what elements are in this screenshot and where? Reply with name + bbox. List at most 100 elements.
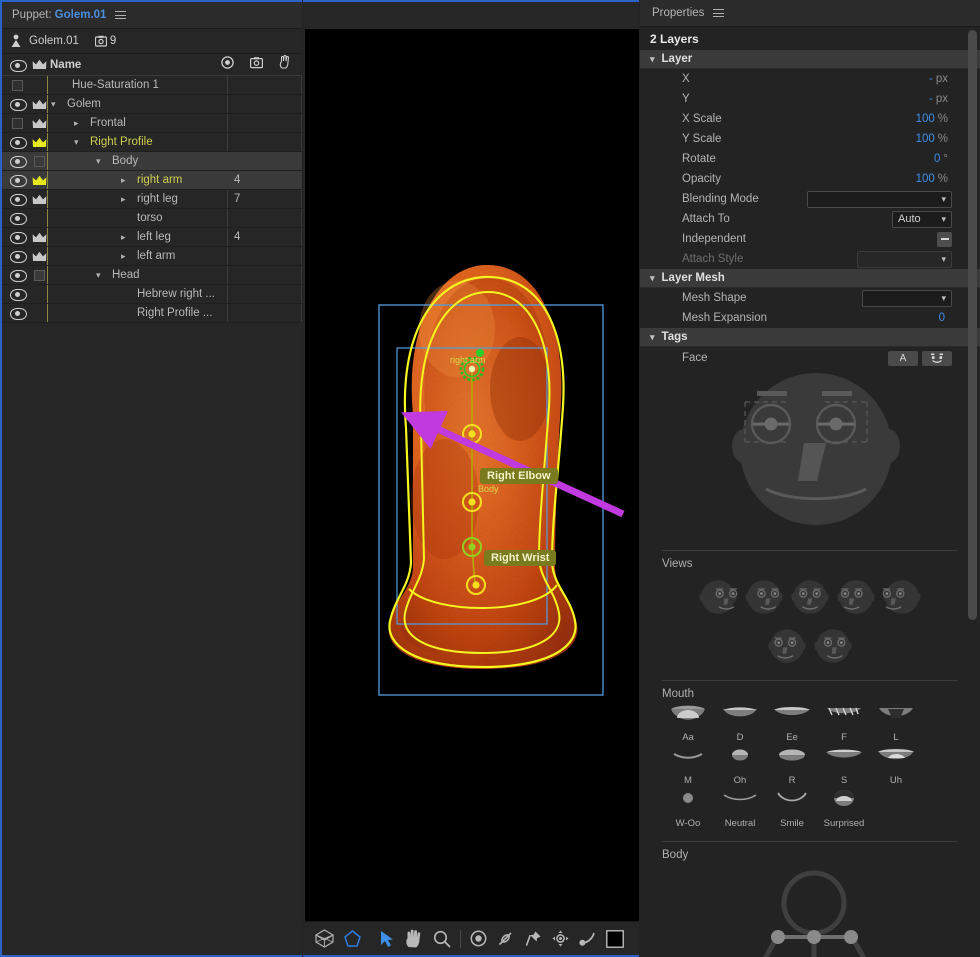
layer-visibility-toggle[interactable] [9, 232, 27, 244]
column-header-name[interactable]: Name [50, 59, 81, 71]
transform-pin-icon[interactable] [492, 924, 519, 954]
pin-label[interactable]: Right Elbow [480, 468, 558, 484]
mouth-item[interactable]: L [870, 704, 922, 743]
layer-disclosure-triangle[interactable]: ▾ [74, 137, 79, 148]
property-value[interactable]: 100% [916, 133, 948, 145]
face-preview[interactable] [640, 369, 980, 544]
layer-rig-toggle[interactable] [31, 99, 47, 110]
layer-name-label[interactable]: torso [137, 212, 163, 224]
layer-row[interactable]: torso [2, 209, 302, 228]
view-thumbnail[interactable] [743, 576, 785, 623]
layer-visibility-toggle[interactable] [9, 194, 27, 206]
tag-button-a[interactable]: A [888, 350, 918, 366]
layer-rig-toggle[interactable] [31, 137, 47, 148]
mouth-item[interactable]: D [714, 704, 766, 743]
layer-name-label[interactable]: right leg [137, 193, 178, 205]
layer-visibility-toggle[interactable] [9, 175, 27, 187]
layer-row[interactable]: ▾ Golem [2, 95, 302, 114]
body-preview[interactable] [640, 861, 980, 957]
canvas-toolbar[interactable] [303, 921, 639, 955]
dangle-pin-icon[interactable] [547, 924, 574, 954]
selection-arrow-icon[interactable] [373, 924, 400, 954]
property-value[interactable]: 0 [939, 312, 948, 324]
magnifier-zoom-icon[interactable] [428, 924, 455, 954]
independent-toggle[interactable] [937, 231, 952, 247]
3d-cube-icon[interactable] [311, 924, 338, 954]
view-thumbnail[interactable] [812, 625, 854, 672]
property-value[interactable]: - px [929, 73, 948, 85]
layer-disclosure-triangle[interactable]: ▸ [121, 175, 126, 186]
mouth-item[interactable]: Ee [766, 704, 818, 743]
layer-name-label[interactable]: Golem [67, 98, 101, 110]
mouth-item[interactable]: Aa [662, 704, 714, 743]
pin-label[interactable]: Body [478, 484, 499, 494]
layer-row[interactable]: ▾ Head [2, 266, 302, 285]
section-layer-mesh[interactable]: ▾ Layer Mesh [640, 269, 980, 288]
layer-disclosure-triangle[interactable]: ▸ [121, 194, 126, 205]
view-thumbnail[interactable] [881, 576, 923, 623]
crown-column-icon[interactable] [31, 59, 47, 70]
property-value[interactable]: - px [929, 93, 948, 105]
layer-name-label[interactable]: Right Profile ... [137, 307, 212, 319]
origin-pin-icon[interactable] [464, 924, 491, 954]
mouth-grid[interactable]: Aa D Ee F L M Oh R S Uh W-Oo Neutral Smi… [640, 700, 930, 833]
canvas-stage[interactable]: right arm Right Elbow Body Right Wrist [305, 29, 639, 925]
layer-row[interactable]: Hebrew right ... [2, 285, 302, 304]
property-value[interactable]: 100% [916, 113, 948, 125]
mouth-item[interactable]: Smile [766, 790, 818, 829]
layer-rig-toggle[interactable] [31, 194, 47, 205]
section-tags[interactable]: ▾ Tags [640, 328, 980, 347]
layer-row[interactable]: ▾ Right Profile [2, 133, 302, 152]
puppet-tab-value[interactable]: Golem.01 [55, 9, 107, 21]
layer-disclosure-triangle[interactable]: ▸ [121, 232, 126, 243]
layer-name-label[interactable]: left arm [137, 250, 175, 262]
property-dropdown[interactable]: Auto ▾ [892, 210, 952, 228]
hamburger-menu-icon[interactable] [115, 11, 127, 19]
layer-rig-toggle[interactable] [31, 251, 47, 262]
views-grid[interactable] [640, 570, 980, 672]
polygon-shape-icon[interactable] [338, 924, 365, 954]
layer-visibility-toggle[interactable] [9, 156, 27, 168]
pin-label[interactable]: right arm [450, 355, 486, 365]
property-value[interactable]: 100% [916, 173, 948, 185]
layer-row[interactable]: ▸ Frontal [2, 114, 302, 133]
view-thumbnail[interactable] [789, 576, 831, 623]
layer-visibility-toggle[interactable] [9, 79, 25, 91]
section-layer[interactable]: ▾ Layer [640, 50, 980, 69]
layer-name-label[interactable]: Head [112, 269, 140, 281]
layer-name-label[interactable]: Hebrew right ... [137, 288, 215, 300]
layer-disclosure-triangle[interactable]: ▾ [96, 156, 101, 167]
mouth-item[interactable]: M [662, 747, 714, 786]
layer-rig-toggle[interactable] [31, 155, 47, 167]
layer-rig-toggle[interactable] [31, 175, 47, 186]
mouth-item[interactable]: Oh [714, 747, 766, 786]
layer-name-label[interactable]: Frontal [90, 117, 126, 129]
hand-tag-icon[interactable] [279, 54, 292, 74]
layer-visibility-toggle[interactable] [9, 117, 25, 129]
pin-label[interactable]: Right Wrist [484, 550, 557, 566]
hamburger-menu-icon[interactable] [713, 9, 725, 17]
bend-pin-icon[interactable] [574, 924, 601, 954]
layer-row[interactable]: ▸ left arm [2, 247, 302, 266]
mouth-item[interactable]: Neutral [714, 790, 766, 829]
layer-visibility-toggle[interactable] [9, 137, 27, 149]
layer-disclosure-triangle[interactable]: ▸ [121, 251, 126, 262]
layer-list[interactable]: Hue-Saturation 1 ▾ Golem ▸ Frontal ▾ Right … [2, 76, 302, 323]
hand-pan-icon[interactable] [401, 924, 428, 954]
layer-visibility-toggle[interactable] [9, 289, 27, 301]
property-value[interactable]: 0 ° [934, 153, 948, 165]
layer-visibility-toggle[interactable] [9, 270, 27, 282]
layer-disclosure-triangle[interactable]: ▸ [74, 118, 79, 129]
layer-row[interactable]: ▸ right leg 7 [2, 190, 302, 209]
layer-rig-toggle[interactable] [31, 118, 47, 129]
property-dropdown[interactable]: ▾ [807, 190, 952, 208]
mouth-item[interactable]: Surprised [818, 790, 870, 829]
layer-visibility-toggle[interactable] [9, 251, 27, 263]
layer-row[interactable]: ▾ Body [2, 152, 302, 171]
record-icon[interactable] [221, 55, 234, 74]
view-thumbnail[interactable] [697, 576, 739, 623]
layer-row[interactable]: Hue-Saturation 1 [2, 76, 302, 95]
mouth-item[interactable]: W-Oo [662, 790, 714, 829]
mouth-item[interactable]: Uh [870, 747, 922, 786]
layer-name-label[interactable]: Body [112, 155, 138, 167]
